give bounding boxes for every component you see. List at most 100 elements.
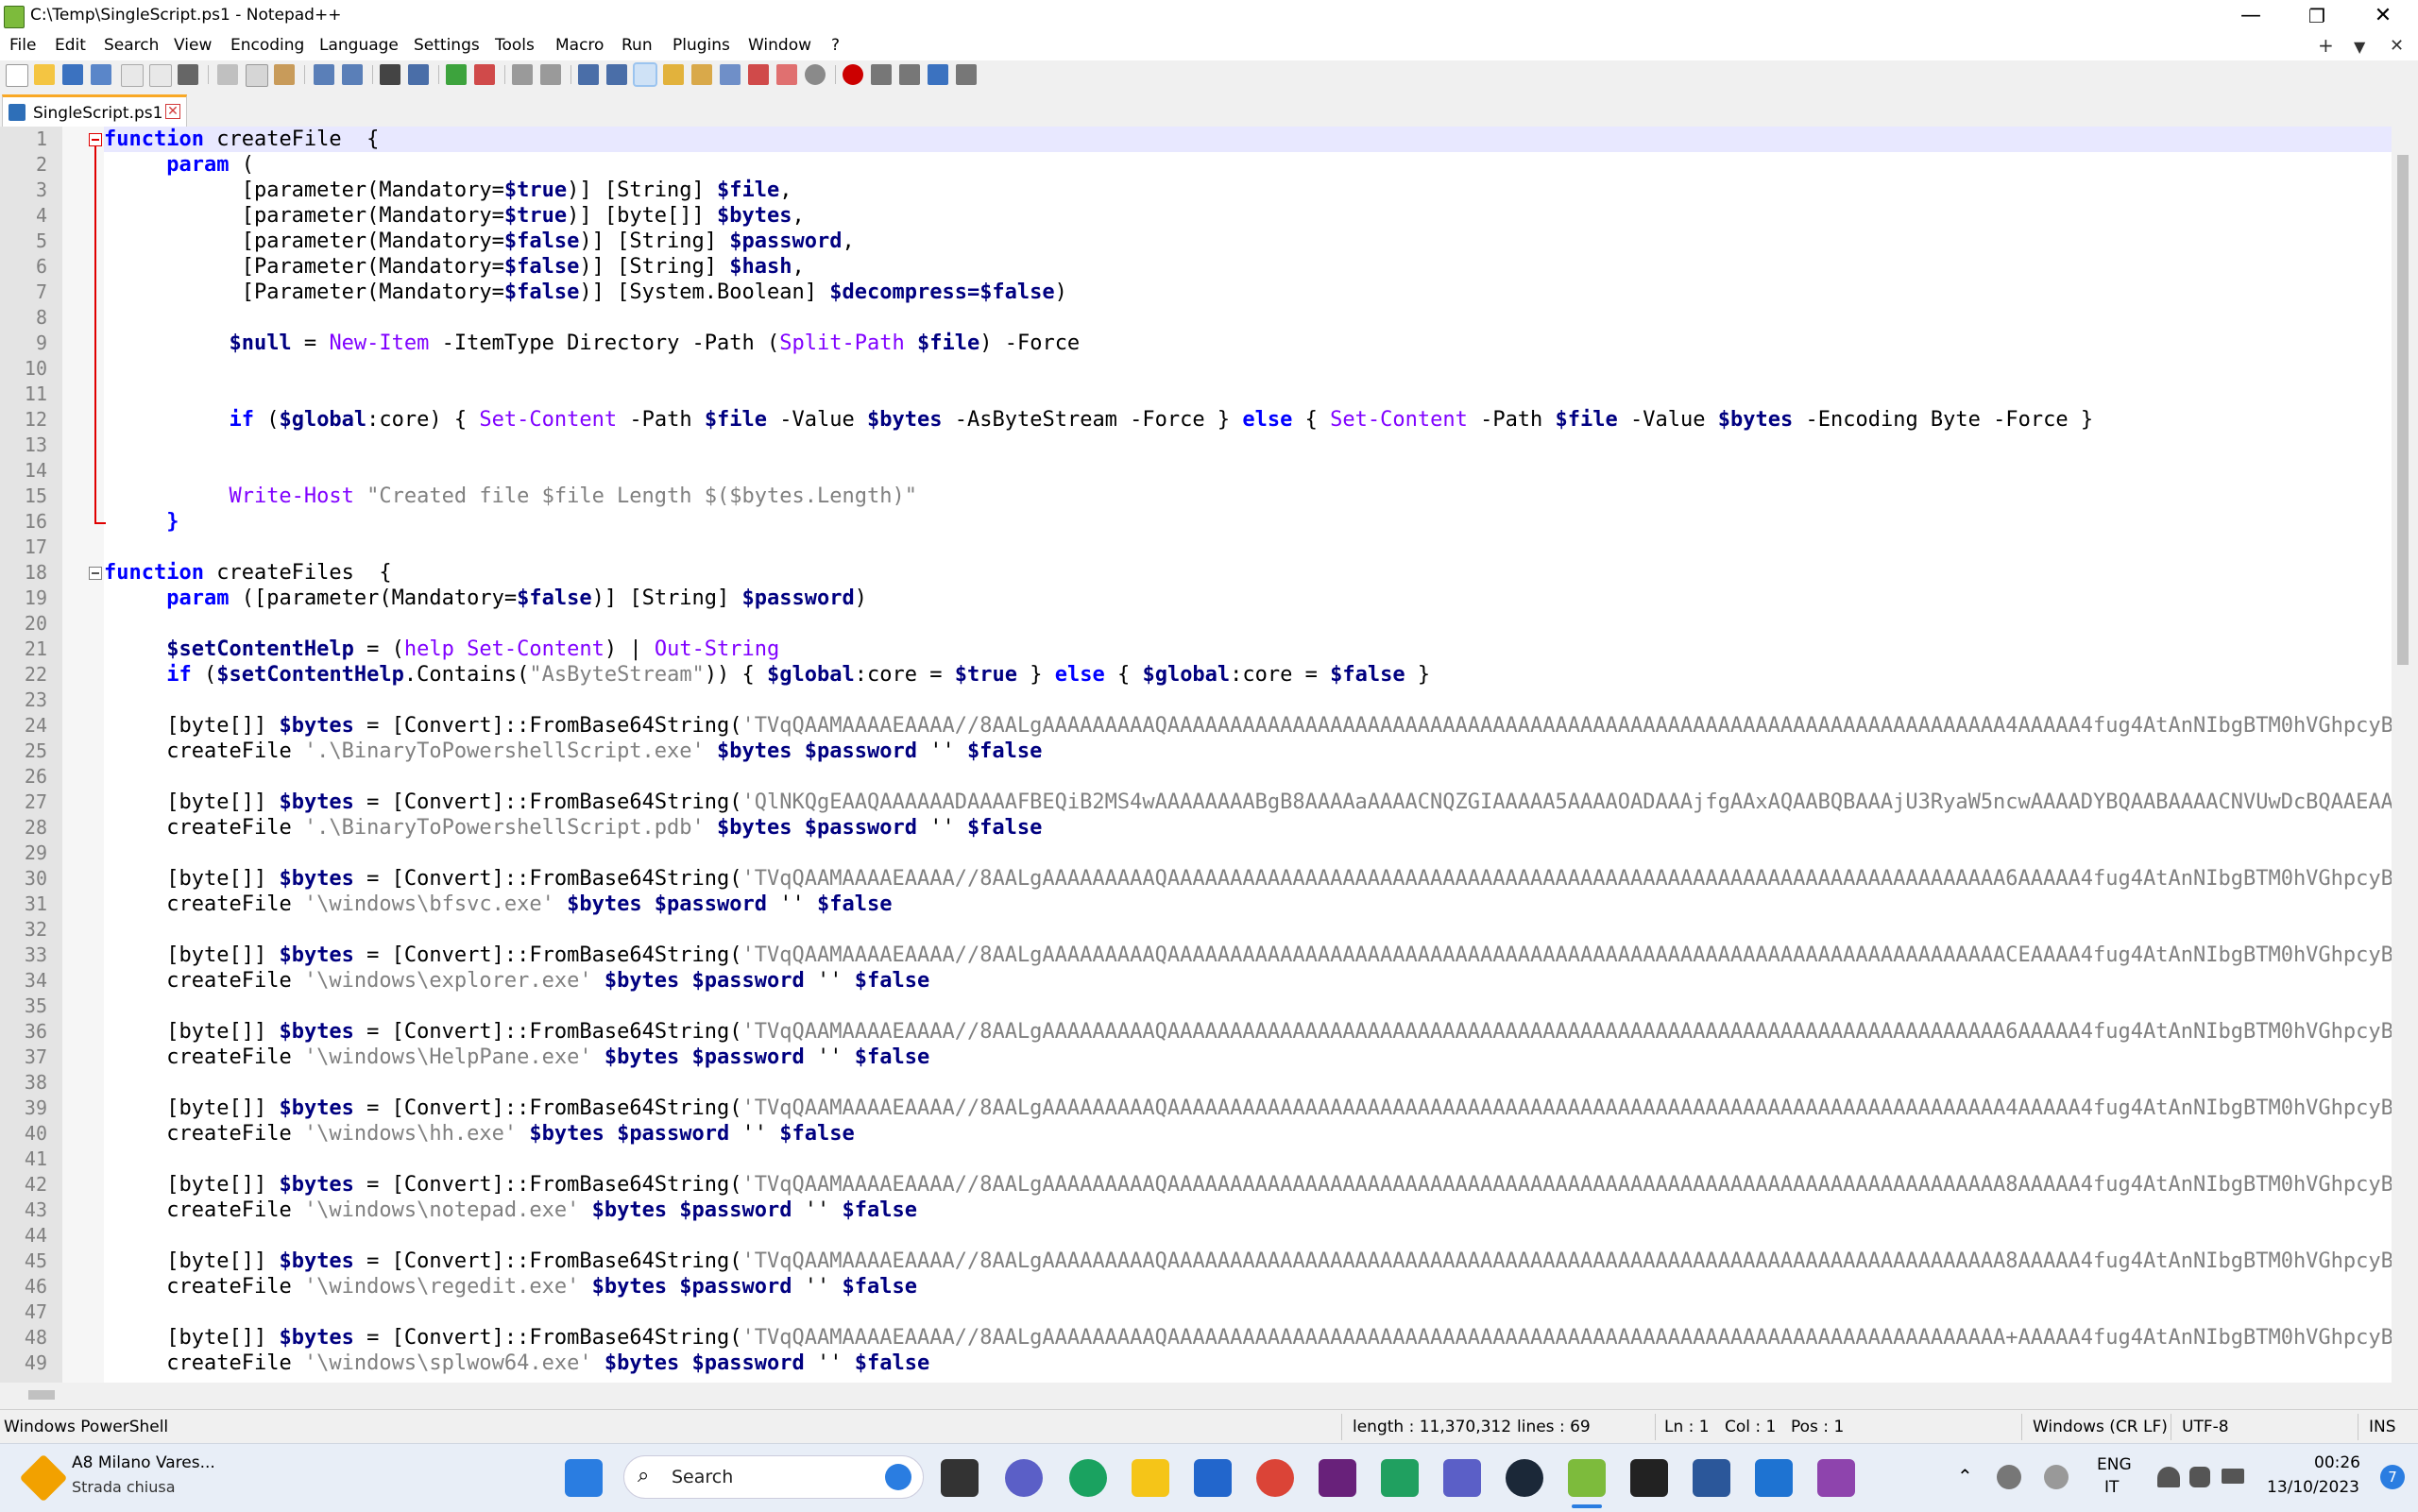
defender-icon[interactable] bbox=[1755, 1459, 1793, 1497]
menu-tools[interactable]: Tools bbox=[495, 36, 535, 55]
file-explorer-icon[interactable] bbox=[1132, 1459, 1169, 1497]
menu-encoding[interactable]: Encoding bbox=[230, 36, 304, 55]
tab-singlescript[interactable]: SingleScript.ps1 ✕ bbox=[2, 94, 187, 127]
fold-collapse-icon[interactable] bbox=[89, 567, 102, 580]
folder-workspace-icon[interactable] bbox=[748, 64, 769, 85]
line-number: 11 bbox=[24, 382, 47, 405]
tab-close-icon[interactable]: ✕ bbox=[165, 104, 180, 119]
find-icon[interactable] bbox=[380, 64, 400, 85]
stop-macro-icon[interactable] bbox=[871, 64, 892, 85]
replace-icon[interactable] bbox=[408, 64, 429, 85]
run-macro-multiple-icon[interactable] bbox=[928, 64, 948, 85]
menu-search[interactable]: Search bbox=[104, 36, 159, 55]
doc-map-icon[interactable] bbox=[691, 64, 712, 85]
code-token: '\windows\HelpPane.exe' bbox=[303, 1045, 592, 1069]
notepadpp-taskbar-icon[interactable] bbox=[1568, 1459, 1606, 1497]
play-macro-icon[interactable] bbox=[899, 64, 920, 85]
chat-icon[interactable] bbox=[1005, 1459, 1043, 1497]
menu-run[interactable]: Run bbox=[622, 36, 653, 55]
visual-studio-icon[interactable] bbox=[1319, 1459, 1356, 1497]
sync-icon[interactable] bbox=[2044, 1465, 2069, 1489]
close-window-button[interactable]: ✕ bbox=[2350, 0, 2416, 32]
menu-settings[interactable]: Settings bbox=[414, 36, 480, 55]
new-tab-icon[interactable]: + bbox=[2318, 34, 2334, 57]
task-view-icon[interactable] bbox=[941, 1459, 979, 1497]
udl-icon[interactable] bbox=[663, 64, 684, 85]
start-icon[interactable] bbox=[565, 1459, 603, 1497]
code-token: $bytes bbox=[279, 1173, 354, 1197]
monitor-icon[interactable] bbox=[805, 64, 826, 85]
onedrive-icon[interactable] bbox=[1997, 1465, 2021, 1489]
vertical-scrollbar[interactable] bbox=[2392, 127, 2418, 1383]
steam-icon[interactable] bbox=[1506, 1459, 1543, 1497]
menu-edit[interactable]: Edit bbox=[55, 36, 86, 55]
menu-view[interactable]: View bbox=[174, 36, 212, 55]
save-icon[interactable] bbox=[62, 64, 83, 85]
sync-h-icon[interactable] bbox=[540, 64, 561, 85]
zoom-in-icon[interactable] bbox=[446, 64, 467, 85]
close-icon[interactable] bbox=[121, 64, 144, 87]
save-all-icon[interactable] bbox=[91, 64, 111, 85]
record-macro-icon[interactable] bbox=[843, 64, 863, 85]
wrap-icon[interactable] bbox=[578, 64, 599, 85]
paste-icon[interactable] bbox=[274, 64, 295, 85]
notification-badge[interactable]: 7 bbox=[2380, 1465, 2405, 1489]
vs-preview-icon[interactable] bbox=[1817, 1459, 1855, 1497]
editor[interactable]: 1 2 3 4 5 6 7 8 9 10 11 12 13 14 15 16 17 18 19 20 21 22 23 24 2… bbox=[0, 127, 2418, 1383]
minimize-button[interactable]: — bbox=[2218, 0, 2284, 32]
code-token: $bytes $password bbox=[517, 1122, 730, 1146]
chevron-up-icon[interactable]: ⌃ bbox=[1957, 1465, 1973, 1487]
code-line-3: [parameter(Mandatory=$true)] [String] $f… bbox=[104, 178, 2392, 203]
teams-icon[interactable] bbox=[1443, 1459, 1481, 1497]
security-icon[interactable] bbox=[1381, 1459, 1419, 1497]
traffic-warning-icon[interactable] bbox=[19, 1453, 68, 1503]
menu-window[interactable]: Window bbox=[748, 36, 811, 55]
code-token: , bbox=[779, 178, 792, 202]
store-icon[interactable] bbox=[1194, 1459, 1232, 1497]
function-list-icon[interactable] bbox=[720, 64, 741, 85]
menu-plugins[interactable]: Plugins bbox=[673, 36, 730, 55]
chrome-icon[interactable] bbox=[1256, 1459, 1294, 1497]
terminal-icon[interactable] bbox=[1630, 1459, 1668, 1497]
tab-list-icon[interactable]: ▼ bbox=[2354, 38, 2365, 56]
cut-icon[interactable] bbox=[217, 64, 238, 85]
copy-icon[interactable] bbox=[246, 64, 268, 87]
weather-title[interactable]: A8 Milano Vares... bbox=[72, 1453, 215, 1472]
clock-time[interactable]: 00:26 bbox=[2314, 1453, 2360, 1472]
battery-icon[interactable] bbox=[2222, 1469, 2244, 1484]
fold-collapse-icon[interactable] bbox=[89, 133, 102, 146]
menu-file[interactable]: File bbox=[9, 36, 36, 55]
new-file-icon[interactable] bbox=[6, 64, 28, 87]
word-icon[interactable] bbox=[1693, 1459, 1730, 1497]
scrollbar-thumb[interactable] bbox=[2397, 155, 2409, 665]
menu-help[interactable]: ? bbox=[831, 36, 840, 55]
scrollbar-thumb[interactable] bbox=[28, 1390, 55, 1400]
sync-v-icon[interactable] bbox=[512, 64, 533, 85]
volume-icon[interactable] bbox=[2189, 1467, 2210, 1487]
wifi-icon[interactable] bbox=[2157, 1467, 2180, 1487]
indent-guide-icon[interactable] bbox=[633, 62, 657, 87]
fold-margin bbox=[62, 127, 104, 1383]
all-chars-icon[interactable] bbox=[606, 64, 627, 85]
redo-icon[interactable] bbox=[342, 64, 363, 85]
menu-macro[interactable]: Macro bbox=[555, 36, 604, 55]
code-token: )] [String] bbox=[591, 586, 742, 610]
close-all-icon[interactable] bbox=[149, 64, 172, 87]
save-macro-icon[interactable] bbox=[956, 64, 977, 85]
close-doc-icon[interactable]: ✕ bbox=[2390, 36, 2404, 56]
code-area[interactable]: function createFile { param ( [parameter… bbox=[104, 127, 2392, 1383]
clock-date[interactable]: 13/10/2023 bbox=[2267, 1478, 2359, 1497]
active-app-indicator bbox=[1572, 1504, 1602, 1508]
language-indicator[interactable]: ENG bbox=[2097, 1455, 2132, 1474]
undo-icon[interactable] bbox=[314, 64, 334, 85]
zoom-out-icon[interactable] bbox=[474, 64, 495, 85]
print-icon[interactable] bbox=[178, 64, 198, 85]
open-file-icon[interactable] bbox=[34, 64, 55, 85]
maximize-button[interactable]: ❐ bbox=[2284, 0, 2350, 32]
horizontal-scrollbar[interactable] bbox=[0, 1383, 2418, 1407]
doc-list-icon[interactable] bbox=[776, 64, 797, 85]
taskbar-search[interactable]: ⌕ Search bbox=[623, 1455, 924, 1499]
menu-language[interactable]: Language bbox=[319, 36, 399, 55]
edge-icon[interactable] bbox=[1069, 1459, 1107, 1497]
